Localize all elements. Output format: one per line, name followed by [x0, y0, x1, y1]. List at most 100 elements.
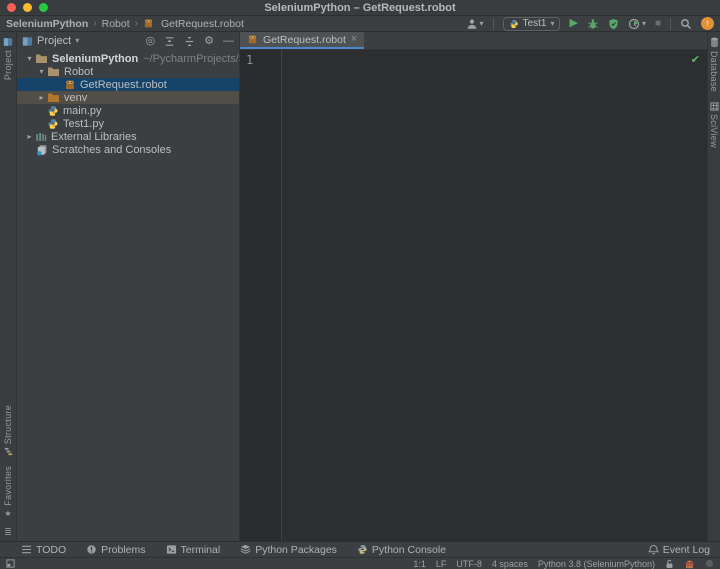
minimize-window-button[interactable]: [23, 3, 32, 12]
tree-row-robot[interactable]: ▾ Robot: [17, 65, 239, 78]
run-button[interactable]: ▶: [569, 18, 577, 29]
toolwindow-button-sciview[interactable]: SciView: [709, 97, 719, 153]
breadcrumb-folder[interactable]: Robot: [102, 18, 130, 30]
toolwindow-label: Event Log: [663, 544, 710, 556]
tree-item-label: venv: [64, 92, 87, 104]
update-notification-button[interactable]: ↑: [701, 17, 714, 30]
toolwindow-label: Structure: [3, 405, 13, 444]
caret-position[interactable]: 1:1: [413, 559, 426, 569]
run-configuration-select[interactable]: Test1 ▾: [503, 17, 561, 31]
select-opened-file-button[interactable]: ◎: [146, 36, 156, 47]
toolwindow-button-terminal[interactable]: Terminal: [166, 544, 221, 556]
settings-gear-button[interactable]: ⚙: [204, 36, 214, 47]
project-view-icon: [22, 36, 33, 47]
tree-item-label: External Libraries: [51, 131, 137, 143]
toolwindow-button-project[interactable]: Project: [3, 32, 13, 85]
database-icon: [710, 37, 719, 48]
search-everywhere-button[interactable]: [680, 18, 692, 30]
folder-icon: [35, 53, 48, 64]
tab-label: GetRequest.robot: [263, 34, 346, 46]
tree-row-test1-py[interactable]: Test1.py: [17, 117, 239, 130]
expand-all-button[interactable]: [164, 36, 175, 47]
chevron-down-icon: ▾: [642, 20, 646, 28]
tree-row-main-py[interactable]: main.py: [17, 104, 239, 117]
editor-code-area[interactable]: [282, 50, 707, 541]
project-tree: ▾ SeleniumPython ~/PycharmProjects/Selen…: [17, 50, 239, 156]
close-window-button[interactable]: [7, 3, 16, 12]
main-toolbar: ▾ Test1 ▾ ▶ ▾ ■ ↑: [466, 17, 714, 31]
inspections-profile-icon[interactable]: [684, 559, 695, 569]
collapse-all-button[interactable]: [184, 36, 195, 47]
robot-file-icon: [247, 34, 258, 45]
stop-button[interactable]: ■: [655, 19, 661, 29]
libraries-icon: [35, 131, 47, 143]
toolwindow-label: Database: [709, 51, 719, 92]
breadcrumb-file[interactable]: GetRequest.robot: [161, 18, 244, 30]
tree-item-label: Test1.py: [63, 118, 104, 130]
editor-column: GetRequest.robot × 1 ✔: [240, 32, 707, 541]
background-tasks-icon[interactable]: [705, 559, 714, 568]
line-separator-indicator[interactable]: LF: [436, 559, 447, 569]
breadcrumb-project[interactable]: SeleniumPython: [6, 18, 88, 30]
project-view-selector[interactable]: Project: [37, 35, 71, 47]
toolwindow-button-problems[interactable]: Problems: [86, 544, 145, 556]
coverage-shield-icon: [608, 18, 619, 30]
toolwindow-button-favorites[interactable]: Favorites ★: [3, 461, 13, 523]
run-with-coverage-button[interactable]: [608, 18, 619, 30]
tree-row-seleniumpython[interactable]: ▾ SeleniumPython ~/PycharmProjects/Selen…: [17, 52, 239, 65]
hide-panel-button[interactable]: —: [223, 36, 234, 47]
editor-tabbar: GetRequest.robot ×: [240, 32, 707, 50]
interpreter-indicator[interactable]: Python 3.8 (SeleniumPython): [538, 559, 655, 569]
line-number: 1: [246, 53, 253, 67]
project-panel-header: Project ▾ ◎ ⚙ —: [17, 32, 239, 50]
toolwindow-button-python-packages[interactable]: Python Packages: [240, 544, 337, 556]
folder-icon: [47, 66, 60, 77]
toolwindow-button-database[interactable]: Database: [709, 32, 719, 97]
tree-item-label: GetRequest.robot: [80, 79, 167, 91]
titlebar: SeleniumPython – GetRequest.robot: [0, 0, 720, 16]
indent-indicator[interactable]: 4 spaces: [492, 559, 528, 569]
packages-icon: [240, 544, 251, 555]
toolwindow-quick-access-icon[interactable]: [6, 559, 15, 568]
toolwindow-label: Python Packages: [255, 544, 337, 556]
encoding-indicator[interactable]: UTF-8: [456, 559, 482, 569]
project-panel: Project ▾ ◎ ⚙ — ▾ SeleniumPython ~/Pycha…: [17, 32, 240, 541]
profiler-clock-icon: [628, 18, 640, 30]
window-title: SeleniumPython – GetRequest.robot: [0, 2, 720, 14]
toolwindow-button-python-console[interactable]: Python Console: [357, 544, 446, 556]
toolwindow-switcher-icon[interactable]: ≣: [4, 523, 12, 541]
unlocked-icon[interactable]: [665, 559, 674, 569]
tree-item-label: Scratches and Consoles: [52, 144, 171, 156]
tab-getrequest-robot[interactable]: GetRequest.robot ×: [240, 32, 364, 49]
editor-gutter[interactable]: 1: [240, 50, 282, 541]
event-log-button[interactable]: Event Log: [648, 544, 710, 556]
toolwindow-label: Python Console: [372, 544, 446, 556]
python-file-icon: [47, 118, 59, 130]
close-tab-icon[interactable]: ×: [351, 34, 357, 45]
project-toolwindow-icon: [3, 37, 13, 47]
zoom-window-button[interactable]: [39, 3, 48, 12]
sciview-grid-icon: [710, 102, 719, 111]
structure-icon: [4, 447, 13, 456]
toolwindow-button-structure[interactable]: Structure: [3, 400, 13, 461]
chevron-expanded-icon[interactable]: ▾: [36, 67, 47, 76]
tree-row-scratches[interactable]: Scratches and Consoles: [17, 143, 239, 156]
toolwindow-button-todo[interactable]: TODO: [21, 544, 66, 556]
tree-row-venv[interactable]: ▸ venv: [17, 91, 239, 104]
chevron-down-icon: ▾: [75, 37, 79, 45]
robot-file-icon: [143, 18, 154, 29]
tree-row-external-libraries[interactable]: ▸ External Libraries: [17, 130, 239, 143]
inspections-ok-icon[interactable]: ✔: [691, 53, 700, 66]
tree-row-getrequest-robot[interactable]: GetRequest.robot: [17, 78, 239, 91]
chevron-collapsed-icon[interactable]: ▸: [36, 93, 47, 102]
todo-list-icon: [21, 545, 32, 554]
profiler-button[interactable]: ▾: [628, 18, 646, 30]
toolbar-separator: [670, 18, 671, 30]
debug-button[interactable]: [587, 18, 599, 30]
vcs-user-button[interactable]: ▾: [466, 18, 484, 30]
run-configuration-name: Test1: [523, 18, 547, 29]
chevron-collapsed-icon[interactable]: ▸: [24, 132, 35, 141]
bottom-toolwindow-bar: TODO Problems Terminal Python Packages P…: [0, 541, 720, 557]
chevron-expanded-icon[interactable]: ▾: [24, 54, 35, 63]
toolwindow-label: Terminal: [181, 544, 221, 556]
